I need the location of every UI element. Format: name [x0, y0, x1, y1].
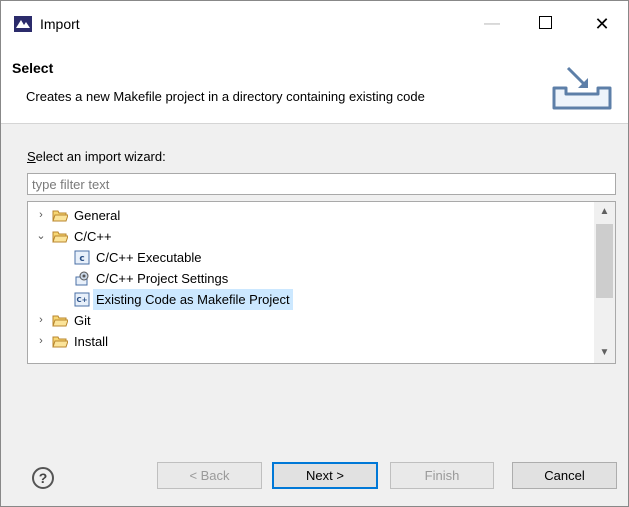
mnemonic-letter: S — [27, 149, 36, 164]
svg-text:C+: C+ — [76, 296, 87, 304]
import-wizard-label: Select an import wizard: — [27, 149, 166, 164]
eclipse-app-icon — [14, 16, 32, 32]
scroll-down-icon[interactable]: ▼ — [594, 343, 615, 363]
expand-icon[interactable]: › — [36, 205, 46, 226]
import-wizard-icon — [552, 66, 612, 110]
c-executable-icon: c — [74, 250, 90, 265]
help-icon[interactable]: ? — [32, 467, 54, 489]
tree-item-label: C/C++ — [74, 229, 112, 244]
project-settings-icon — [75, 271, 89, 286]
cancel-button[interactable]: Cancel — [512, 462, 617, 489]
tree-item-label: Existing Code as Makefile Project — [93, 289, 293, 310]
page-title: Select — [12, 60, 54, 76]
tree-scrollbar[interactable]: ▲ ▼ — [594, 202, 615, 363]
minimize-button[interactable]: — — [477, 11, 507, 37]
folder-icon — [52, 315, 68, 327]
wizard-header: Select Creates a new Makefile project in… — [1, 49, 628, 124]
tree-item-label: Git — [74, 313, 91, 328]
expand-icon[interactable]: › — [36, 310, 46, 331]
finish-button[interactable]: Finish — [390, 462, 494, 489]
page-description: Creates a new Makefile project in a dire… — [26, 89, 425, 104]
svg-text:c: c — [79, 254, 84, 264]
title-bar: Import — ✕ — [1, 1, 628, 49]
tree-item-label: C/C++ Project Settings — [96, 271, 229, 286]
tree-item-label: C/C++ Executable — [96, 250, 202, 265]
window-title: Import — [40, 16, 80, 32]
folder-icon — [52, 336, 68, 348]
close-button[interactable]: ✕ — [587, 11, 617, 37]
filter-input[interactable] — [27, 173, 616, 195]
scroll-up-icon[interactable]: ▲ — [594, 202, 615, 222]
collapse-icon[interactable]: ⌄ — [36, 226, 46, 247]
maximize-icon — [538, 16, 552, 30]
tree-item-label: General — [74, 208, 121, 223]
tree-item-label: Install — [74, 334, 108, 349]
wizard-tree[interactable]: › General ⌄ C/C++ c C/C++ Executable C/C… — [27, 201, 616, 364]
folder-icon — [52, 231, 68, 243]
makefile-project-icon: C+ — [74, 292, 90, 307]
maximize-button[interactable] — [530, 11, 560, 37]
folder-icon — [52, 210, 68, 222]
expand-icon[interactable]: › — [36, 331, 46, 352]
import-wizard-label-text: elect an import wizard: — [35, 149, 166, 164]
next-button[interactable]: Next > — [272, 462, 378, 489]
scrollbar-thumb[interactable] — [596, 224, 613, 298]
import-dialog: Import — ✕ Select Creates a new Makefile… — [0, 0, 629, 507]
back-button[interactable]: < Back — [157, 462, 262, 489]
